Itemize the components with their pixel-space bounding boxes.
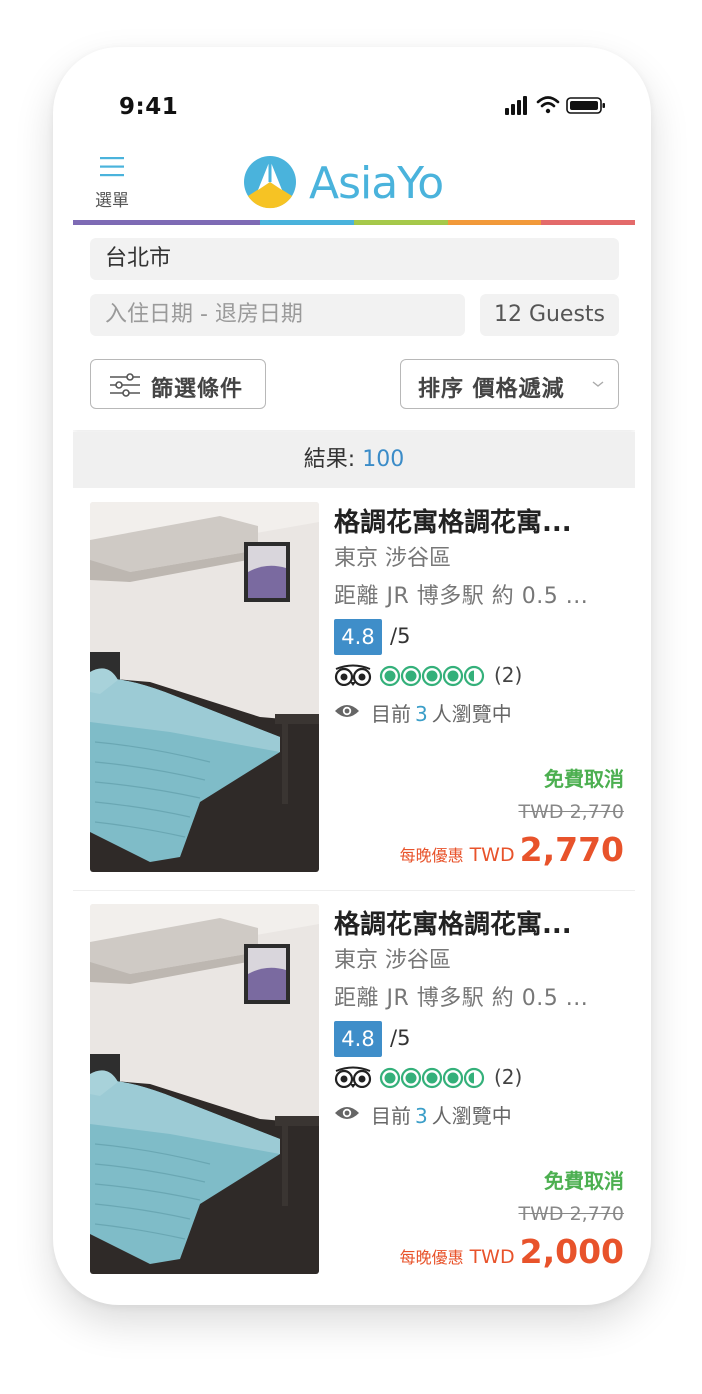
filter-label: 篩選條件 <box>151 377 244 402</box>
price-row: 每晚優惠 TWD 2,770 <box>400 830 624 869</box>
status-time: 9:41 <box>119 94 179 120</box>
original-price: TWD 2,770 <box>518 801 624 823</box>
tripadvisor-rating: (2) <box>334 1064 624 1092</box>
viewers-suffix: 人瀏覽中 <box>431 702 512 726</box>
chevron-down-icon <box>592 381 604 387</box>
filter-button[interactable]: 篩選條件 <box>90 359 266 409</box>
room-photo[interactable] <box>90 904 319 1274</box>
hamburger-menu-icon <box>100 157 124 177</box>
listing-title[interactable]: 格調花寓格調花寓... <box>334 502 572 539</box>
price-prefix: 每晚優惠 <box>399 1248 464 1267</box>
status-bar: 9:41 <box>73 66 635 144</box>
price-currency: TWD <box>469 1246 515 1268</box>
price-amount: 2,000 <box>519 1232 624 1271</box>
listing-location: 東京 涉谷區 <box>334 948 451 973</box>
wifi-icon <box>536 96 560 114</box>
listing-card[interactable]: 格調花寓格調花寓... 東京 涉谷區 距離 JR 博多駅 約 0.5 ... 4… <box>73 892 635 1286</box>
tripadvisor-bubbles-icon <box>379 665 485 687</box>
listing-card[interactable]: 格調花寓格調花寓... 東京 涉谷區 距離 JR 博多駅 約 0.5 ... 4… <box>73 490 635 891</box>
viewers-text: 目前 3 人瀏覽中 <box>371 698 512 727</box>
sort-select[interactable]: 排序 價格遞減 <box>400 359 619 409</box>
eye-icon <box>335 1107 359 1119</box>
viewers-count: 3 <box>415 1104 428 1128</box>
asiayo-logo[interactable]: AsiaYo <box>243 154 483 212</box>
status-icons <box>505 96 605 115</box>
listing-distance: 距離 JR 博多駅 約 0.5 ... <box>334 584 589 609</box>
room-photo-illustration <box>90 502 319 872</box>
eye-icon <box>335 705 359 717</box>
tripadvisor-bubbles-icon <box>379 1067 485 1089</box>
viewers-prefix: 目前 <box>371 1104 411 1128</box>
signal-icon <box>505 96 527 115</box>
filter-sliders-icon <box>110 373 140 397</box>
price-prefix: 每晚優惠 <box>399 846 464 865</box>
review-count[interactable]: (2) <box>494 1065 522 1089</box>
sort-label: 排序 價格遞減 <box>418 377 565 402</box>
rating-badge: 4.8 <box>334 1021 382 1057</box>
rating-max: /5 <box>390 624 411 648</box>
viewers-row: 目前 3 人瀏覽中 <box>334 698 624 726</box>
original-price: TWD 2,770 <box>518 1203 624 1225</box>
free-cancellation-label: 免費取消 <box>544 1169 624 1193</box>
results-bar: 結果: 100 <box>73 432 635 488</box>
review-count[interactable]: (2) <box>494 663 522 687</box>
rating-max: /5 <box>390 1026 411 1050</box>
listing-title[interactable]: 格調花寓格調花寓... <box>334 904 572 941</box>
date-range-field[interactable]: 入住日期 - 退房日期 <box>90 294 465 336</box>
city-field[interactable]: 台北市 <box>90 238 619 280</box>
battery-icon <box>566 97 605 114</box>
results-label: 結果: <box>303 447 356 472</box>
guests-field[interactable]: 12 Guests <box>480 294 619 336</box>
menu-label: 選單 <box>95 191 129 211</box>
results-count: 100 <box>362 447 405 472</box>
tripadvisor-owl-icon <box>334 1066 372 1088</box>
app-header: 選單 AsiaYo <box>73 146 635 222</box>
listing-info: 格調花寓格調花寓... 東京 涉谷區 距離 JR 博多駅 約 0.5 ... 4… <box>334 904 624 1274</box>
logo-text: AsiaYo <box>309 158 444 209</box>
asiayo-logo-icon <box>244 156 296 209</box>
viewers-suffix: 人瀏覽中 <box>431 1104 512 1128</box>
viewers-count: 3 <box>415 702 428 726</box>
listing-distance: 距離 JR 博多駅 約 0.5 ... <box>334 986 589 1011</box>
menu-button[interactable]: 選單 <box>91 156 133 216</box>
rating-badge: 4.8 <box>334 619 382 655</box>
tripadvisor-owl-icon <box>334 664 372 686</box>
price-row: 每晚優惠 TWD 2,000 <box>400 1232 624 1271</box>
listing-location: 東京 涉谷區 <box>334 546 451 571</box>
room-photo[interactable] <box>90 502 319 872</box>
viewers-row: 目前 3 人瀏覽中 <box>334 1100 624 1128</box>
viewers-prefix: 目前 <box>371 702 411 726</box>
app-screen: 9:41 選單 AsiaYo 台北市 入住日期 - 退房日期 12 Guests… <box>73 66 635 1286</box>
price-amount: 2,770 <box>519 830 624 869</box>
viewers-text: 目前 3 人瀏覽中 <box>371 1100 512 1129</box>
tripadvisor-rating: (2) <box>334 662 624 690</box>
listing-info: 格調花寓格調花寓... 東京 涉谷區 距離 JR 博多駅 約 0.5 ... 4… <box>334 502 624 872</box>
room-photo-illustration <box>90 904 319 1274</box>
free-cancellation-label: 免費取消 <box>544 767 624 791</box>
search-panel: 台北市 入住日期 - 退房日期 12 Guests 篩選條件 排序 價格遞減 <box>73 225 635 430</box>
price-currency: TWD <box>469 844 515 866</box>
